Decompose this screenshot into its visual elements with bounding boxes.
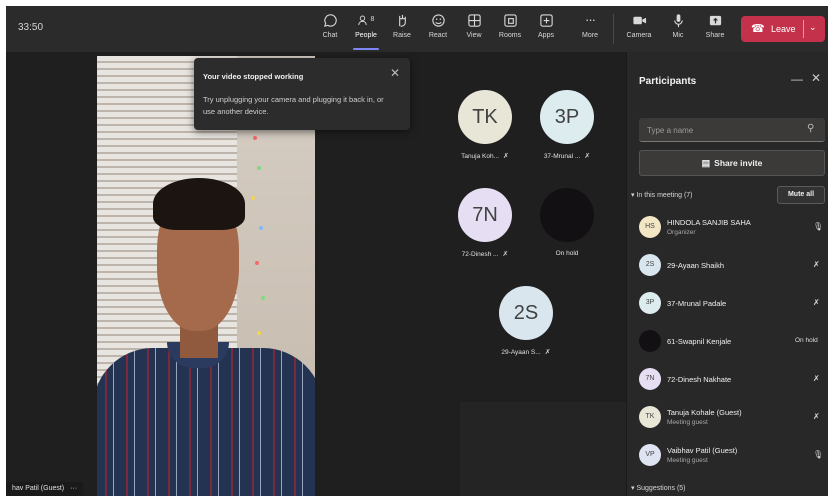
camera-icon: [622, 10, 656, 30]
participant-tile[interactable]: 7N 72-Dinesh ... ✗: [440, 188, 530, 258]
rooms-button[interactable]: Rooms: [493, 10, 527, 50]
apps-button[interactable]: Apps: [529, 10, 563, 50]
mic-off-icon: ✗: [813, 260, 820, 269]
mic-off-icon: ✗: [502, 251, 509, 258]
apps-icon: [529, 10, 563, 30]
mic-off-icon: ✗: [813, 298, 820, 307]
mic-off-icon: ✗: [584, 153, 591, 160]
raise-hand-button[interactable]: Raise: [385, 10, 419, 50]
search-box[interactable]: ⚲: [639, 118, 825, 142]
share-icon: [698, 10, 732, 30]
avatar: TK: [458, 90, 512, 144]
leave-button[interactable]: ☎ Leave ⌄: [741, 16, 825, 42]
video-error-notification: Your video stopped working Try unpluggin…: [194, 58, 410, 130]
on-hold-status: On hold: [795, 337, 818, 344]
participant-row[interactable]: 3P 37-Mrunal Padale ✗: [639, 288, 825, 318]
avatar: 2S: [639, 254, 661, 276]
mic-icon: 🎙: [813, 450, 824, 459]
mic-icon: [661, 10, 695, 30]
suggestions-section-header[interactable]: ▾ Suggestions (5): [631, 484, 686, 492]
participant-row[interactable]: HS HINDOLA SANJIB SAHA Organizer 🎙: [639, 212, 825, 242]
in-meeting-section-header[interactable]: ▾ In this meeting (7): [631, 191, 693, 199]
participant-row[interactable]: 2S 29-Ayaan Shaikh ✗: [639, 250, 825, 280]
view-button[interactable]: View: [457, 10, 491, 50]
leave-options-chevron-icon[interactable]: ⌄: [809, 22, 817, 33]
participant-tile[interactable]: 2S 29-Ayaan S... ✗: [481, 286, 571, 356]
mic-off-icon: ✗: [503, 153, 509, 160]
self-name-tag: hav Patil (Guest) ···: [6, 482, 84, 496]
react-icon: [421, 10, 455, 30]
share-invite-button[interactable]: ▤ Share invite: [639, 150, 825, 176]
close-icon[interactable]: ✕: [811, 71, 821, 85]
avatar: [639, 330, 661, 352]
share-invite-icon: ▤: [701, 158, 711, 168]
meeting-timer: 33:50: [18, 22, 44, 33]
panel-title: Participants: [639, 76, 697, 87]
camera-button[interactable]: Camera: [622, 10, 656, 50]
chat-button[interactable]: Chat: [313, 10, 347, 50]
mic-off-icon: ✗: [544, 349, 551, 356]
empty-video-slot: [460, 402, 626, 496]
people-button[interactable]: 8 People: [349, 10, 383, 50]
avatar: [540, 188, 594, 242]
mute-all-button[interactable]: Mute all: [777, 186, 825, 204]
react-button[interactable]: React: [421, 10, 455, 50]
teams-meeting-window: 33:50 Chat 8 People Raise React View Roo…: [6, 6, 828, 496]
participant-row[interactable]: 61-Swapnil Kenjale On hold: [639, 326, 825, 356]
avatar: 7N: [458, 188, 512, 242]
participant-tile[interactable]: 3P 37-Mrunal ... ✗: [522, 90, 612, 160]
avatar: 2S: [499, 286, 553, 340]
meeting-stage: Your video stopped working Try unpluggin…: [6, 52, 626, 496]
meeting-toolbar: 33:50 Chat 8 People Raise React View Roo…: [6, 6, 828, 52]
participant-row[interactable]: TK Tanuja Kohale (Guest) Meeting guest ✗: [639, 402, 825, 432]
avatar: 7N: [639, 368, 661, 390]
participant-row[interactable]: 7N 72-Dinesh Nakhate ✗: [639, 364, 825, 394]
search-icon: ⚲: [807, 123, 815, 134]
participants-panel: Participants — ✕ ⚲ ▤Share invite ▾ In th…: [626, 52, 828, 496]
more-icon: ···: [585, 12, 596, 27]
avatar: VP: [639, 444, 661, 466]
mic-button[interactable]: Mic: [661, 10, 695, 50]
share-button[interactable]: Share: [698, 10, 732, 50]
avatar: TK: [639, 406, 661, 428]
participant-row[interactable]: VP Vaibhav Patil (Guest) Meeting guest 🎙: [639, 440, 825, 470]
more-button[interactable]: ··· More: [573, 10, 607, 50]
close-icon[interactable]: ✕: [390, 66, 400, 80]
hang-up-icon: ☎: [751, 23, 765, 35]
rooms-icon: [493, 10, 527, 30]
chat-icon: [313, 10, 347, 30]
avatar: HS: [639, 216, 661, 238]
people-icon: 8: [349, 10, 383, 30]
avatar: 3P: [639, 292, 661, 314]
minimize-icon[interactable]: —: [791, 72, 803, 86]
participant-tile-on-hold[interactable]: On hold: [522, 188, 612, 257]
avatar: 3P: [540, 90, 594, 144]
mic-off-icon: ✗: [813, 412, 820, 421]
search-input[interactable]: [647, 123, 797, 137]
toolbar-divider: [613, 14, 614, 44]
people-count: 8: [370, 16, 375, 23]
string-lights: [247, 126, 277, 386]
participant-tile[interactable]: TK Tanuja Koh... ✗: [440, 90, 530, 160]
raise-hand-icon: [385, 10, 419, 30]
mic-icon: 🎙: [813, 222, 824, 231]
mic-off-icon: ✗: [813, 374, 820, 383]
view-icon: [457, 10, 491, 30]
chevron-down-icon: ▾: [631, 192, 635, 199]
chevron-down-icon: ▾: [631, 485, 635, 492]
more-options-icon[interactable]: ···: [70, 485, 77, 492]
